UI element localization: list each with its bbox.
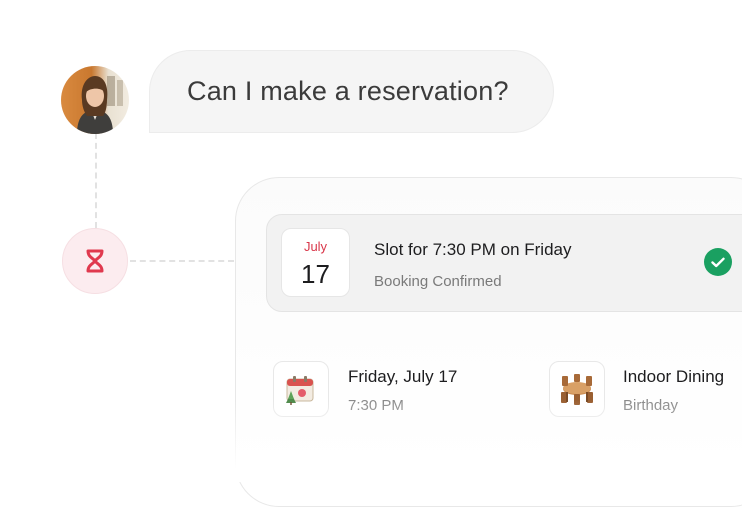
detail-date-subtitle: 7:30 PM	[348, 397, 404, 414]
detail-dining-title: Indoor Dining	[623, 367, 725, 386]
chat-message-text: Can I make a reservation?	[187, 76, 509, 106]
detail-date-title: Friday, July 17	[348, 367, 458, 386]
hourglass-logo-icon	[86, 249, 104, 273]
slot-title: Slot for 7:30 PM on Friday	[374, 240, 572, 259]
date-tile: July 17	[281, 228, 350, 297]
confirmed-check-icon	[704, 248, 732, 276]
connector-horizontal	[130, 260, 234, 262]
connector-vertical	[95, 133, 97, 228]
assistant-avatar	[62, 228, 128, 294]
date-day: 17	[301, 259, 330, 289]
dining-table-icon	[549, 361, 605, 417]
detail-dining-subtitle: Birthday	[623, 397, 679, 414]
calendar-icon	[273, 361, 329, 417]
chat-message-bubble: Can I make a reservation?	[149, 50, 554, 133]
date-month: July	[303, 239, 328, 254]
booking-status: Booking Confirmed	[374, 273, 502, 290]
user-avatar	[61, 66, 129, 134]
